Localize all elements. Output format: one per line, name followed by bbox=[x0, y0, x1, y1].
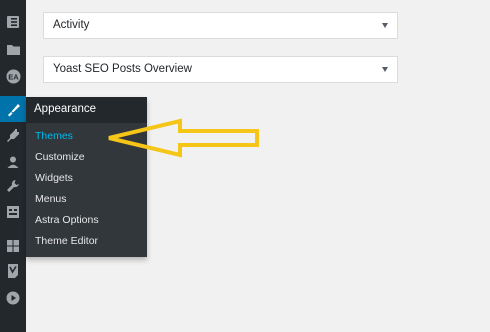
tools-icon[interactable] bbox=[4, 177, 22, 195]
widget-title: Yoast SEO Posts Overview bbox=[53, 63, 192, 75]
submenu-item-menus[interactable]: Menus bbox=[35, 193, 67, 205]
pointer-arrow-icon bbox=[108, 118, 259, 158]
appearance-icon[interactable] bbox=[0, 96, 26, 122]
yoast-icon[interactable] bbox=[4, 262, 22, 280]
settings-icon[interactable] bbox=[4, 203, 22, 221]
users-icon[interactable] bbox=[4, 153, 22, 171]
ea-icon[interactable]: EA bbox=[4, 67, 22, 85]
submenu-heading: Appearance bbox=[34, 103, 97, 115]
grid-icon[interactable] bbox=[4, 237, 22, 255]
submenu-item-theme-editor[interactable]: Theme Editor bbox=[35, 235, 98, 247]
yoast-seo-widget[interactable]: Yoast SEO Posts Overview bbox=[43, 56, 398, 83]
dashboard-icon[interactable] bbox=[4, 13, 22, 31]
plugins-icon[interactable] bbox=[4, 126, 22, 144]
submenu-item-themes[interactable]: Themes bbox=[35, 130, 73, 142]
caret-down-icon[interactable] bbox=[382, 67, 388, 72]
submenu-item-astra-options[interactable]: Astra Options bbox=[35, 214, 99, 226]
widget-title: Activity bbox=[53, 19, 90, 31]
activity-widget[interactable]: Activity bbox=[43, 12, 398, 39]
ea-icon-text: EA bbox=[8, 72, 19, 81]
folder-icon[interactable] bbox=[4, 40, 22, 58]
play-icon[interactable] bbox=[4, 289, 22, 307]
admin-sidebar: EA bbox=[0, 0, 26, 332]
submenu-item-customize[interactable]: Customize bbox=[35, 151, 85, 163]
submenu-item-widgets[interactable]: Widgets bbox=[35, 172, 73, 184]
caret-down-icon[interactable] bbox=[382, 23, 388, 28]
